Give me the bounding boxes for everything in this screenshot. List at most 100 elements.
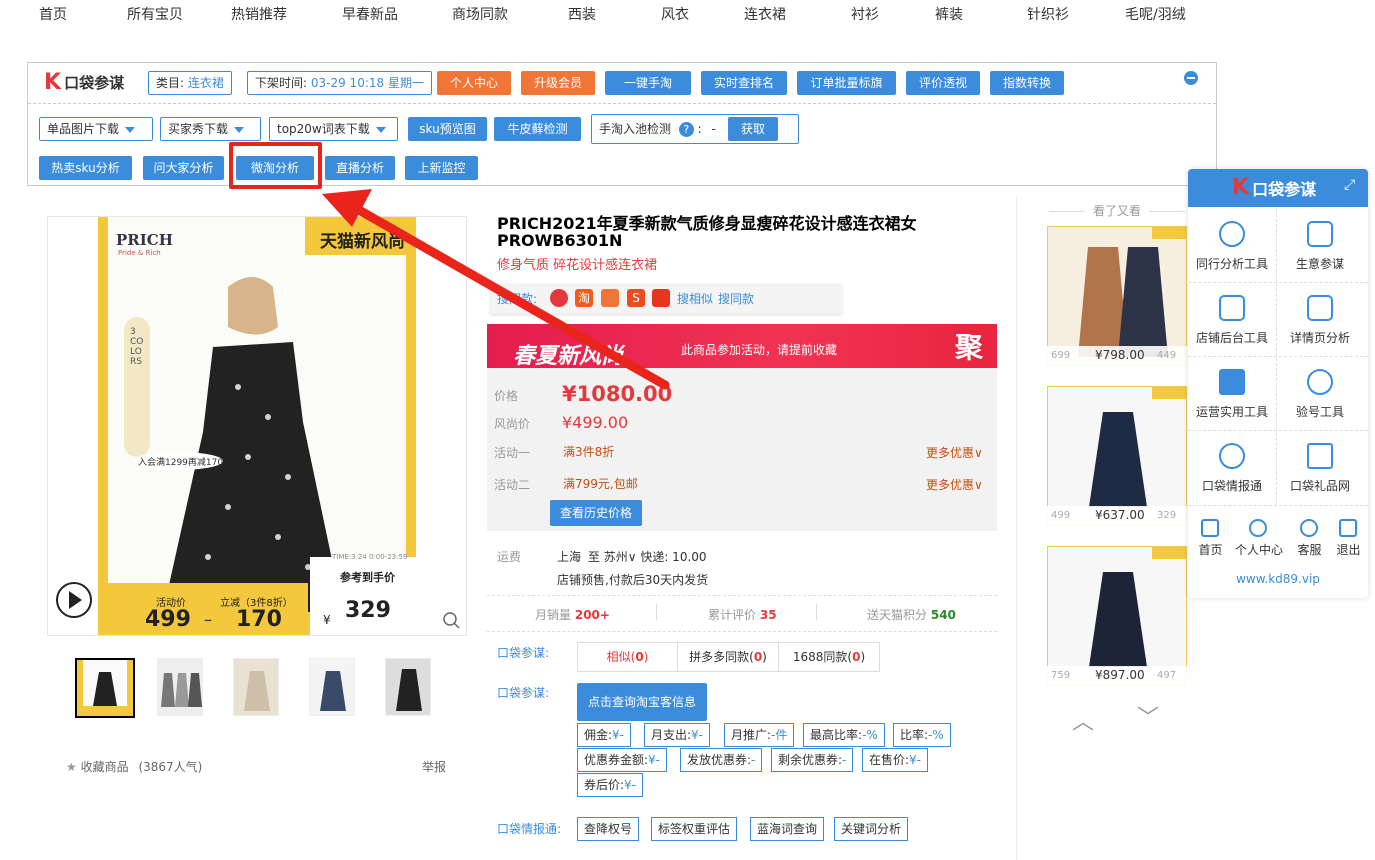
- ship-to-select[interactable]: 苏州∨: [604, 550, 637, 564]
- new-monitor-button[interactable]: 上新监控: [405, 156, 478, 180]
- activity2-more[interactable]: 更多优惠∨: [926, 476, 983, 493]
- panel-item-intel[interactable]: 口袋情报通: [1188, 431, 1276, 504]
- related-item-image[interactable]: [1047, 226, 1187, 366]
- kd-label-same: 口袋参谋:: [497, 646, 550, 660]
- title-line: [1048, 211, 1085, 212]
- nav-wool[interactable]: 毛呢/羽绒: [1125, 4, 1186, 24]
- s-icon[interactable]: S: [627, 289, 645, 307]
- review-count[interactable]: 累计评价 35: [708, 606, 777, 623]
- panel-logo: K 口袋参谋: [1232, 175, 1317, 200]
- thumbnail[interactable]: [75, 658, 135, 718]
- price-dash: –: [204, 610, 212, 629]
- rank-check-button[interactable]: 实时查排名: [701, 71, 787, 95]
- panel-item-ops-tools[interactable]: 运营实用工具: [1188, 357, 1276, 430]
- nav-suits[interactable]: 西装: [568, 4, 596, 24]
- stat-divider: [656, 604, 657, 620]
- tmall-tag: 天猫新风尚: [320, 232, 405, 252]
- keyword-analysis-button[interactable]: 关键词分析: [834, 817, 909, 841]
- nav-new[interactable]: 早春新品: [342, 4, 398, 24]
- nav-home[interactable]: 首页: [39, 4, 67, 24]
- fetch-button[interactable]: 获取: [728, 117, 778, 141]
- nav-hot[interactable]: 热销推荐: [231, 4, 287, 24]
- related-item-image[interactable]: [1047, 546, 1187, 686]
- demotion-check-button[interactable]: 查降权号: [577, 817, 640, 841]
- one-click-button[interactable]: 一键手淘: [605, 71, 691, 95]
- 1688-same-count[interactable]: 1688同款(0): [778, 642, 880, 672]
- order-flag-button[interactable]: 订单批量标旗: [797, 71, 896, 95]
- query-taoke-button[interactable]: 点击查询淘宝客信息: [577, 683, 707, 721]
- review-insight-button[interactable]: 评价透视: [906, 71, 980, 95]
- ask-all-button[interactable]: 问大家分析: [143, 156, 224, 180]
- main-product-image[interactable]: PRICH Pride & Rich 天猫新风尚 3 COLORS 入会满129…: [47, 216, 467, 636]
- image-download-dropdown[interactable]: 单品图片下载: [39, 117, 153, 141]
- time-text: TIME:3.24 0:00-23:59: [332, 553, 408, 561]
- nav-mall[interactable]: 商场同款: [452, 4, 508, 24]
- panel-item-gift[interactable]: 口袋礼品网: [1276, 431, 1364, 504]
- ref-price: 329: [345, 598, 391, 623]
- shop-icon: [1219, 295, 1245, 321]
- alibaba-icon[interactable]: [601, 289, 619, 307]
- thumbnail[interactable]: [385, 658, 431, 716]
- tag-weight-button[interactable]: 标签权重评估: [651, 817, 738, 841]
- nav-all-items[interactable]: 所有宝贝: [127, 4, 183, 24]
- thumbnail[interactable]: [233, 658, 279, 716]
- nav-shirts[interactable]: 衬衫: [851, 4, 879, 24]
- jinbao-icon[interactable]: [652, 289, 670, 307]
- sku-preview-button[interactable]: sku预览图: [408, 117, 487, 141]
- scroll-down-icon[interactable]: ﹀: [1137, 700, 1159, 732]
- headset-icon: [1300, 519, 1318, 537]
- buyer-show-dropdown[interactable]: 买家秀下载: [160, 117, 261, 141]
- related-title: 看了又看: [1047, 202, 1187, 219]
- search-same-link[interactable]: 搜同款: [718, 290, 754, 307]
- nav-pants[interactable]: 裤装: [935, 4, 963, 24]
- promo-banner: 春夏新风尚 此商品参加活动，请提前收藏 聚: [487, 324, 997, 369]
- collapse-icon[interactable]: [1184, 71, 1198, 85]
- discount-value: 170: [236, 607, 282, 632]
- thumbnail-image: [234, 659, 278, 715]
- related-item-image[interactable]: [1047, 386, 1187, 526]
- kd-logo: K 口袋参谋: [44, 70, 124, 95]
- index-convert-button[interactable]: 指数转换: [990, 71, 1064, 95]
- blue-ocean-button[interactable]: 蓝海词查询: [750, 817, 825, 841]
- panel-item-business-advisor[interactable]: 生意参谋: [1276, 209, 1364, 282]
- thumbnail[interactable]: [309, 658, 355, 716]
- live-analysis-button[interactable]: 直播分析: [325, 156, 395, 180]
- panel-item-detail-analysis[interactable]: 详情页分析: [1276, 283, 1364, 356]
- nav-knit[interactable]: 针织衫: [1027, 4, 1069, 24]
- upgrade-member-button[interactable]: 升级会员: [521, 71, 595, 95]
- thumbnail[interactable]: [157, 658, 203, 716]
- right-divider: [1016, 196, 1017, 860]
- nav-dresses[interactable]: 连衣裙: [744, 4, 786, 24]
- personal-center-button[interactable]: 个人中心: [437, 71, 511, 95]
- stat-divider: [816, 604, 817, 620]
- price-label: 价格: [494, 389, 519, 403]
- plugin-toolbar: K 口袋参谋 类目: 连衣裙 下架时间: 03-29 10:18 星期一 个人中…: [27, 62, 1217, 186]
- panel-grid-line: [1188, 505, 1368, 506]
- hot-sku-button[interactable]: 热卖sku分析: [39, 156, 132, 180]
- price-history-button[interactable]: 查看历史价格: [550, 500, 642, 526]
- help-icon[interactable]: ?: [678, 122, 694, 137]
- toolbar-divider: [28, 103, 1216, 104]
- heart-icon[interactable]: [550, 289, 568, 307]
- fashion-price: ¥499.00: [562, 413, 629, 432]
- pdd-same-count[interactable]: 拼多多同款(0): [677, 642, 779, 672]
- search-similar-link[interactable]: 搜相似: [677, 290, 713, 307]
- category-tag: 类目: 连衣裙: [148, 71, 232, 95]
- expand-icon[interactable]: ⤢: [1344, 177, 1355, 193]
- taobao-icon[interactable]: 淘: [575, 289, 593, 307]
- psoriasis-check-button[interactable]: 牛皮藓检测: [494, 117, 581, 141]
- verify-icon: [1307, 369, 1333, 395]
- nav-trench[interactable]: 风衣: [661, 4, 689, 24]
- panel-url[interactable]: www.kd89.vip: [1188, 572, 1368, 586]
- panel-item-shop-tools[interactable]: 店铺后台工具: [1188, 283, 1276, 356]
- scroll-up-icon[interactable]: ︿: [1072, 704, 1094, 736]
- chevron-down-icon: [234, 126, 245, 133]
- collect-link[interactable]: ★ 收藏商品 (3867人气): [66, 758, 202, 775]
- keyword-list-dropdown[interactable]: top20w词表下载: [269, 117, 398, 141]
- separator: [487, 631, 997, 632]
- activity1-more[interactable]: 更多优惠∨: [926, 444, 983, 461]
- panel-item-peer-analysis[interactable]: 同行分析工具: [1188, 209, 1276, 282]
- panel-item-verify[interactable]: 验号工具: [1276, 357, 1364, 430]
- similar-count[interactable]: 相似(0): [577, 642, 678, 672]
- report-link[interactable]: 举报: [422, 758, 446, 775]
